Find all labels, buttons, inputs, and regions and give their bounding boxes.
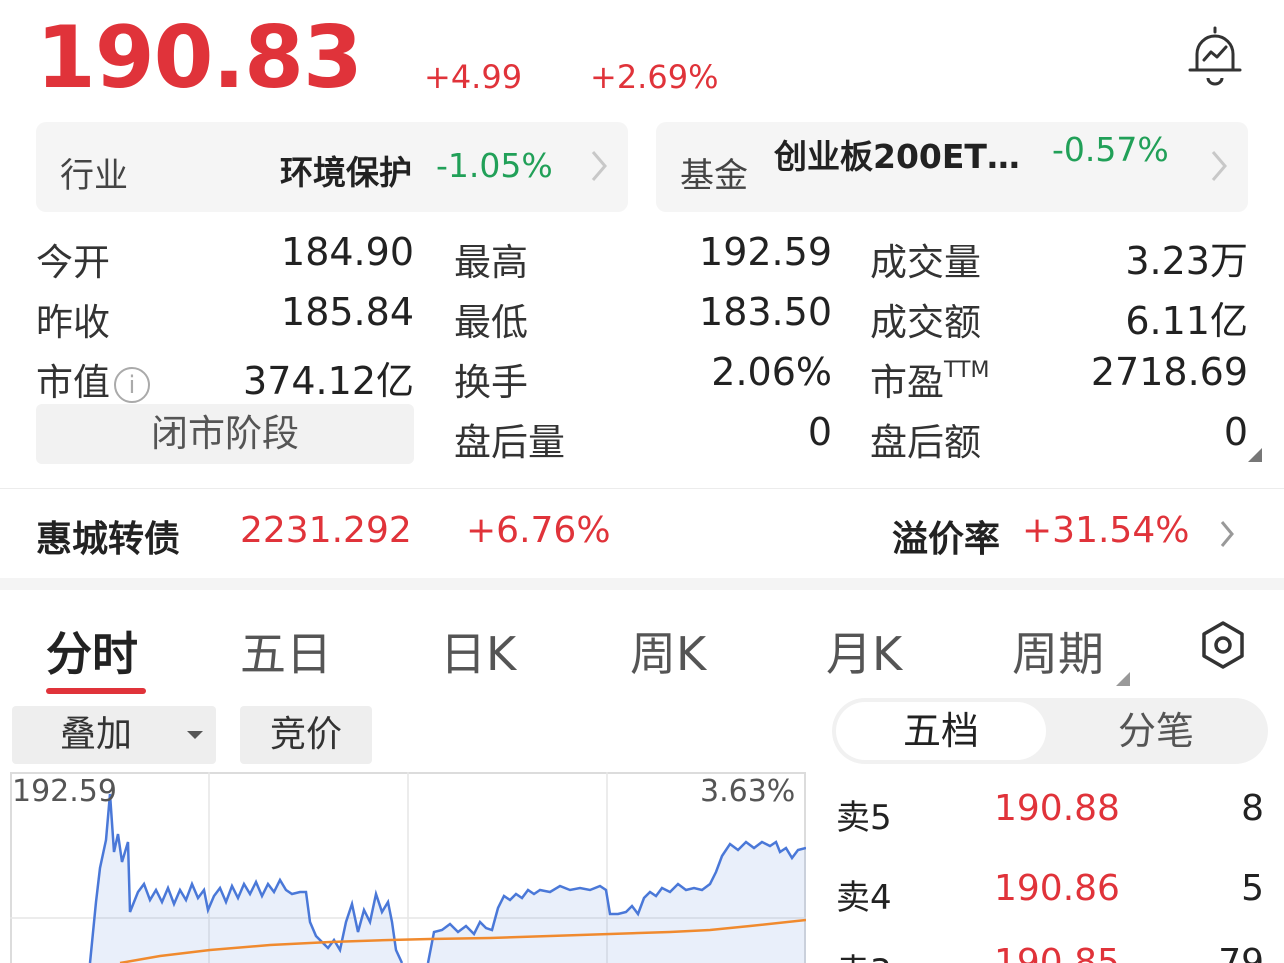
volume-value: 3.23万 <box>1125 239 1248 283</box>
current-price: 190.83 <box>36 8 363 108</box>
high-label: 最高 <box>454 241 528 284</box>
market-phase: 闭市阶段 <box>36 404 414 464</box>
volume-label: 成交量 <box>870 241 981 284</box>
tab-daily-k[interactable]: 日K <box>440 618 516 684</box>
market-cap-text: 市值 <box>36 361 110 404</box>
pe-ttm: TTM <box>944 358 990 383</box>
premium-label: 溢价率 <box>892 519 1001 560</box>
intraday-chart[interactable] <box>10 772 806 963</box>
industry-card[interactable]: 行业 环境保护 -1.05% <box>36 122 628 212</box>
chevron-right-icon <box>1211 151 1227 181</box>
high-value: 192.59 <box>699 230 832 274</box>
active-tab-indicator <box>46 688 146 694</box>
market-cap-value: 374.12亿 <box>243 359 414 403</box>
pe-value: 2718.69 <box>1090 350 1248 394</box>
after-hours-amount-value: 0 <box>1223 410 1248 454</box>
dropdown-corner-icon <box>1116 672 1130 686</box>
price-area <box>90 794 402 963</box>
overlay-dropdown[interactable]: 叠加 <box>12 706 216 764</box>
price-change-pct: +2.69% <box>590 58 719 96</box>
fund-name: 创业板200ET… <box>774 137 1020 176</box>
industry-pct: -1.05% <box>436 146 553 185</box>
amount-value: 6.11亿 <box>1125 299 1248 343</box>
overlay-label: 叠加 <box>60 714 133 755</box>
order-price: 190.85 <box>994 942 1120 963</box>
pe-text: 市盈 <box>870 361 944 404</box>
industry-label: 行业 <box>60 156 128 196</box>
order-side: 卖3 <box>836 944 892 963</box>
order-price: 190.88 <box>994 788 1120 829</box>
tab-monthly-k[interactable]: 月K <box>826 618 902 684</box>
after-hours-amount-label: 盘后额 <box>870 421 981 464</box>
price-area <box>428 842 806 963</box>
expand-corner-icon[interactable] <box>1248 448 1262 462</box>
chevron-right-icon <box>1220 521 1234 547</box>
segment-ticks[interactable]: 分笔 <box>1048 702 1264 760</box>
low-value: 183.50 <box>699 290 832 334</box>
after-hours-volume-value: 0 <box>807 410 832 454</box>
tab-weekly-k[interactable]: 周K <box>630 618 706 684</box>
open-value: 184.90 <box>281 230 414 274</box>
order-side: 卖5 <box>836 798 892 838</box>
turnover-value: 2.06% <box>711 350 832 394</box>
tab-intraday[interactable]: 分时 <box>46 618 138 684</box>
segment-five-levels[interactable]: 五档 <box>836 702 1046 760</box>
info-icon[interactable]: i <box>114 366 150 403</box>
price-alert-icon[interactable] <box>1184 24 1246 86</box>
order-volume: 79 <box>1218 942 1264 963</box>
fund-pct: -0.57% <box>1052 130 1169 169</box>
industry-name: 环境保护 <box>280 153 412 192</box>
after-hours-volume-label: 盘后量 <box>454 421 565 464</box>
order-side: 卖4 <box>836 878 892 918</box>
settings-icon[interactable] <box>1198 620 1248 670</box>
bond-pct: +6.76% <box>466 510 611 551</box>
order-volume: 5 <box>1241 868 1264 909</box>
amount-label: 成交额 <box>870 301 981 344</box>
chart-pct-label: 3.63% <box>700 774 796 809</box>
price-change: +4.99 <box>424 58 523 96</box>
chevron-right-icon <box>591 151 607 181</box>
tab-five-day[interactable]: 五日 <box>240 618 332 684</box>
chart-high-label: 192.59 <box>12 774 117 809</box>
pe-label: 市盈TTM <box>870 352 989 406</box>
bond-price: 2231.292 <box>240 510 412 551</box>
order-price: 190.86 <box>994 868 1120 909</box>
turnover-label: 换手 <box>454 361 528 404</box>
caret-down-icon <box>187 731 203 739</box>
premium-value: +31.54% <box>1022 510 1190 551</box>
fund-card[interactable]: 基金 创业板200ET… -0.57% <box>656 122 1248 212</box>
section-separator <box>0 578 1284 590</box>
tab-period[interactable]: 周期 <box>1012 618 1104 684</box>
order-volume: 8 <box>1241 788 1264 829</box>
low-label: 最低 <box>454 301 528 344</box>
prev-close-value: 185.84 <box>281 290 414 334</box>
prev-close-label: 昨收 <box>36 301 110 344</box>
market-cap-label: 市值 i <box>36 352 150 406</box>
fund-label: 基金 <box>680 156 748 196</box>
auction-button[interactable]: 竞价 <box>240 706 372 764</box>
bond-name: 惠城转债 <box>36 519 181 560</box>
open-label: 今开 <box>36 241 110 284</box>
